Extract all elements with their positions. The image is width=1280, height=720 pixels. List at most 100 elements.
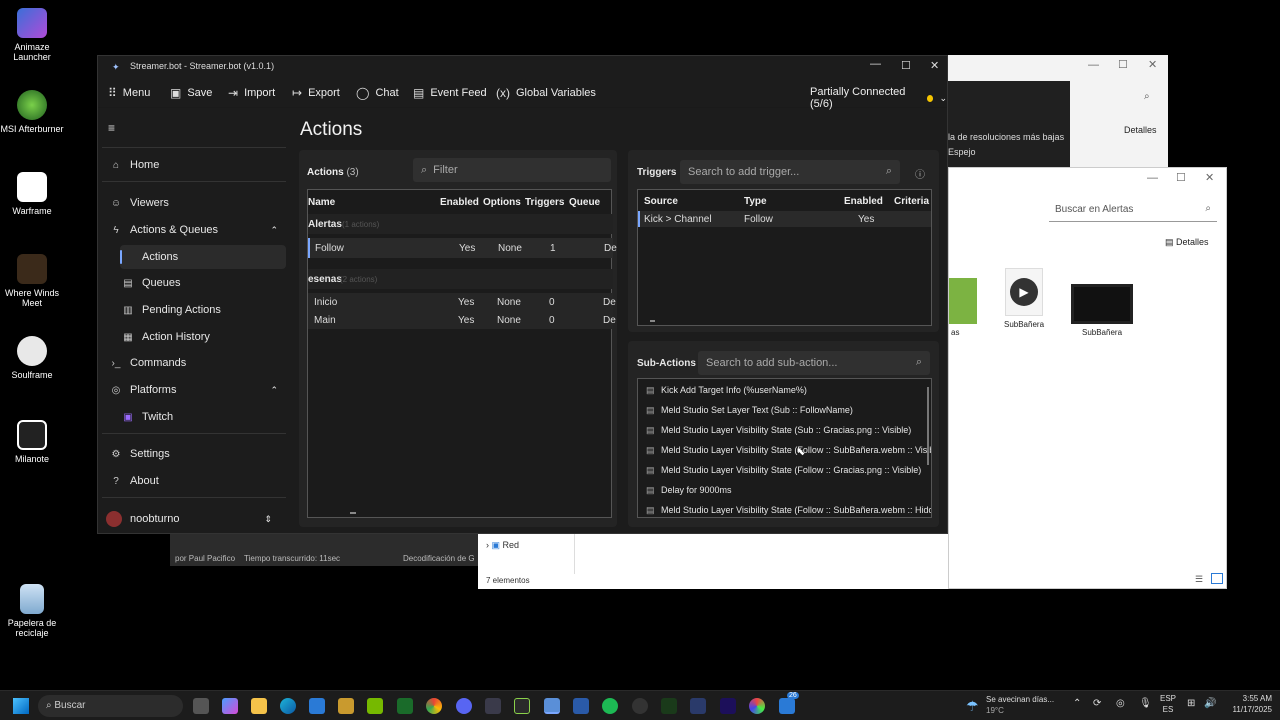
desktop-icon-milanote[interactable]: Milanote [0, 420, 64, 464]
col-header-type[interactable]: Type [744, 196, 767, 207]
title-bar[interactable]: ✦ Streamer.bot - Streamer.bot (v1.0.1) —… [98, 56, 947, 78]
sidebar-item-commands[interactable]: ›_ Commands [108, 351, 286, 375]
hamburger-icon[interactable]: ≡ [108, 121, 115, 135]
copilot-icon[interactable] [222, 698, 238, 714]
horizontal-scrollbar[interactable] [350, 512, 356, 514]
file-thumbnail-partial[interactable] [949, 278, 977, 324]
filter-input[interactable]: ⌕ Filter [413, 158, 611, 182]
maximize-icon[interactable]: ☐ [901, 59, 911, 72]
save-button[interactable]: ▣ Save [170, 86, 212, 100]
sidebar-item-pending-actions[interactable]: ▥ Pending Actions [120, 298, 286, 322]
menu-button[interactable]: ⠿ Menu [108, 86, 150, 100]
vertical-scrollbar[interactable] [927, 387, 929, 465]
sidebar-item-actions-queues[interactable]: ϟ Actions & Queues ⌃ [108, 218, 286, 242]
chrome-icon[interactable] [426, 698, 442, 714]
explorer-search-input[interactable]: Buscar en Alertas ⌕ [1049, 200, 1217, 222]
microphone-icon[interactable]: 🎙 [1139, 698, 1152, 709]
table-row[interactable]: Follow Yes None 1 De [308, 238, 617, 258]
minimize-icon[interactable]: — [870, 58, 881, 70]
desktop-icon-animaze[interactable]: Animaze Launcher [0, 8, 64, 62]
store-icon[interactable] [309, 698, 325, 714]
desktop-icon-soulframe[interactable]: Soulframe [0, 336, 64, 380]
maximize-icon[interactable]: ☐ [1118, 58, 1128, 71]
connection-status[interactable]: Partially Connected (5/6) ⌄ [810, 86, 947, 110]
desktop-icon-warframe[interactable]: Warframe [0, 172, 64, 216]
file-explorer-icon[interactable] [251, 698, 267, 714]
table-row[interactable]: Inicio Yes None 0 De [308, 293, 616, 311]
file-item-video[interactable]: SubBañera [1069, 284, 1135, 337]
sidebar-item-action-history[interactable]: ▦ Action History [120, 325, 286, 349]
subactions-list[interactable]: ▤ Kick Add Target Info (%userName%) ▤ Me… [637, 378, 932, 518]
view-grid-icon[interactable] [1211, 573, 1223, 584]
windows-start-icon[interactable] [13, 698, 29, 714]
close-icon[interactable]: ✕ [1148, 58, 1157, 71]
task-view-icon[interactable] [193, 698, 209, 714]
list-item[interactable]: ▤ Kick Add Target Info (%userName%) [646, 385, 807, 396]
edge-icon[interactable] [280, 698, 296, 714]
app-icon[interactable] [514, 698, 530, 714]
app-icon[interactable] [397, 698, 413, 714]
obs-icon[interactable] [632, 698, 648, 714]
nav-item-network[interactable]: › ▣ Red [486, 540, 519, 551]
desktop-icon-recycle-bin[interactable]: Papelera de reciclaje [0, 584, 64, 638]
close-icon[interactable]: ✕ [930, 59, 939, 72]
after-effects-icon[interactable] [720, 698, 736, 714]
streamerbot-window[interactable]: ✦ Streamer.bot - Streamer.bot (v1.0.1) —… [97, 55, 948, 534]
col-header-enabled[interactable]: Enabled [440, 197, 479, 208]
col-header-source[interactable]: Source [644, 196, 678, 207]
table-row[interactable]: Kick > Channel Follow Yes [638, 211, 931, 227]
desktop-icon-where-winds-meet[interactable]: Where Winds Meet [0, 254, 64, 308]
app-icon[interactable] [690, 698, 706, 714]
sidebar-item-queues[interactable]: ▤ Queues [120, 271, 286, 295]
group-header[interactable]: Alertas (1 actions) [308, 214, 613, 234]
details-button[interactable]: Detalles [1124, 125, 1157, 135]
maximize-icon[interactable]: ☐ [1176, 171, 1186, 184]
explorer-details-button[interactable]: ▤ Detalles [1165, 237, 1209, 248]
sidebar-item-platforms[interactable]: ◎ Platforms ⌃ [108, 378, 286, 402]
chevron-up-icon[interactable]: ⌃ [1073, 698, 1081, 709]
app-icon[interactable] [485, 698, 501, 714]
sidebar-item-settings[interactable]: ⚙ Settings [108, 442, 286, 466]
table-row[interactable]: Main Yes None 0 De [308, 311, 616, 329]
list-item[interactable]: ▤ Meld Studio Layer Visibility State (Fo… [646, 445, 931, 456]
col-header-options[interactable]: Options [483, 197, 521, 208]
list-item[interactable]: ▤ Delay for 9000ms [646, 485, 732, 496]
global-variables-button[interactable]: (x) Global Variables [496, 86, 596, 100]
sidebar-item-home[interactable]: ⌂ Home [108, 153, 286, 177]
app-icon[interactable] [749, 698, 765, 714]
clock[interactable]: 3:55 AM 11/17/2025 [1228, 694, 1272, 714]
minimize-icon[interactable]: — [1147, 172, 1158, 184]
background-window-top[interactable]: — ☐ ✕ la de resoluciones más bajas Espej… [948, 55, 1168, 167]
list-item[interactable]: ▤ Meld Studio Layer Visibility State (Su… [646, 425, 911, 436]
tray-app-icon[interactable]: ◎ [1116, 698, 1125, 709]
sidebar-item-about[interactable]: ? About [108, 469, 286, 493]
col-header-queue[interactable]: Queue [569, 197, 600, 208]
language-indicator[interactable]: ESP ES [1160, 694, 1176, 714]
chat-button[interactable]: ◯ Chat [356, 86, 399, 100]
app-icon[interactable] [338, 698, 354, 714]
list-item[interactable]: ▤ Meld Studio Layer Visibility State (Fo… [646, 505, 931, 516]
sidebar-item-actions[interactable]: Actions [120, 245, 286, 269]
file-item-audio[interactable]: ▶ SubBañera [1001, 268, 1047, 329]
app-icon[interactable] [661, 698, 677, 714]
close-icon[interactable]: ✕ [1205, 171, 1214, 184]
group-header[interactable]: esenas (2 actions) [308, 269, 613, 289]
file-explorer-window[interactable]: — ☐ ✕ Buscar en Alertas ⌕ ▤ Detalles as … [948, 167, 1227, 589]
minimize-icon[interactable]: — [1088, 59, 1099, 71]
col-header-name[interactable]: Name [308, 197, 335, 208]
taskbar-search-input[interactable]: ⌕ Buscar [38, 695, 183, 717]
desktop-icon-msi-afterburner[interactable]: MSI Afterburner [0, 90, 64, 134]
app-icon[interactable]: 26 [779, 692, 799, 714]
streamerbot-icon[interactable] [544, 698, 560, 714]
spotify-icon[interactable] [602, 698, 618, 714]
info-icon[interactable]: ⓘ [915, 166, 925, 181]
list-item[interactable]: ▤ Meld Studio Set Layer Text (Sub :: Fol… [646, 405, 853, 416]
list-item[interactable]: ▤ Meld Studio Layer Visibility State (Fo… [646, 465, 921, 476]
volume-icon[interactable]: 🔊 [1204, 698, 1216, 709]
user-profile[interactable]: noobturno ⇕ [104, 507, 282, 531]
export-button[interactable]: ↦ Export [292, 86, 340, 100]
subaction-search-input[interactable]: Search to add sub-action... ⌕ [698, 351, 930, 375]
actions-table[interactable]: Name Enabled Options Triggers Queue Aler… [307, 189, 617, 518]
discord-icon[interactable] [456, 698, 472, 714]
col-header-enabled[interactable]: Enabled [844, 196, 883, 207]
